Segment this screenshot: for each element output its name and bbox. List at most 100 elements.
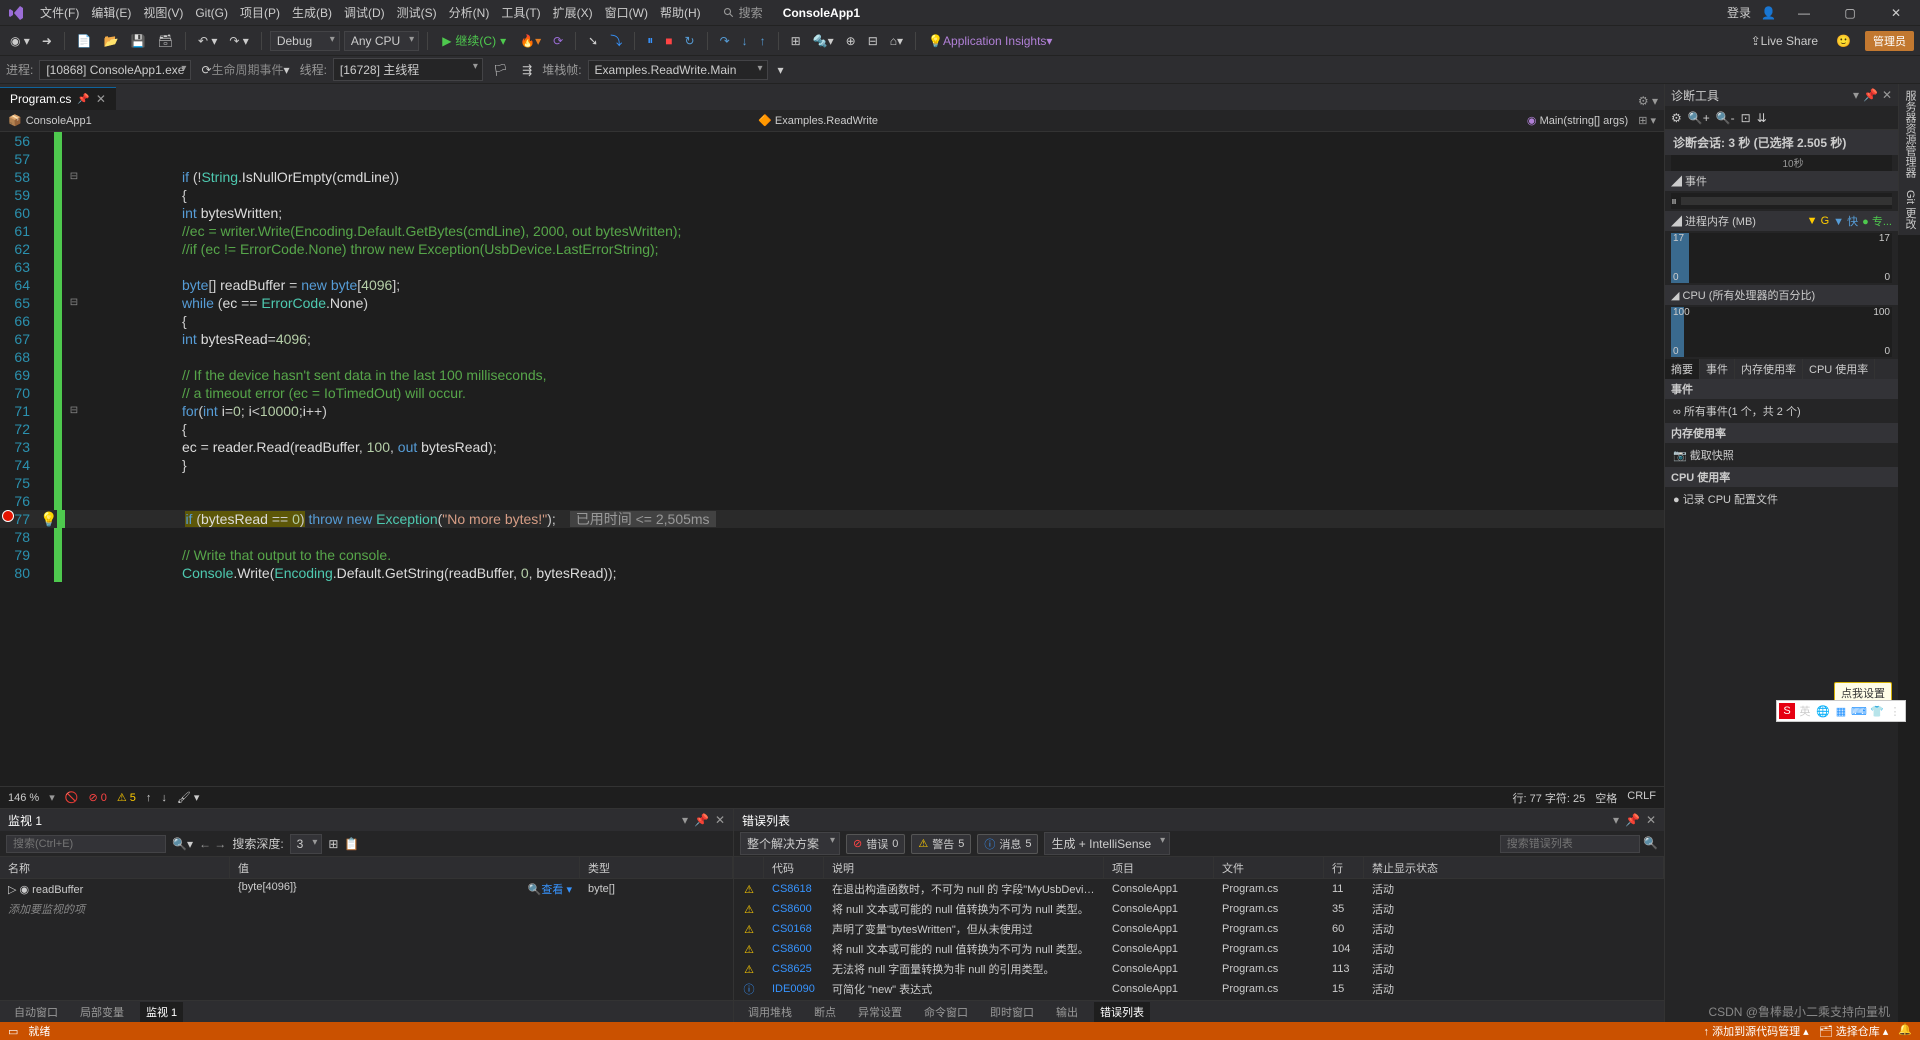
bottom-tab[interactable]: 自动窗口 bbox=[8, 1002, 64, 1022]
menu-item[interactable]: 帮助(H) bbox=[654, 0, 707, 26]
close-tab-icon[interactable]: ✕ bbox=[96, 92, 106, 106]
thread-dropdown[interactable]: [16728] 主线程 bbox=[333, 58, 483, 81]
feedback-icon[interactable]: 🙂 bbox=[1832, 32, 1855, 50]
nav-fwd-icon[interactable]: ➜ bbox=[38, 32, 56, 50]
diag-settings-icon[interactable]: ⚙ bbox=[1671, 111, 1682, 125]
show-next-icon[interactable]: ➘ bbox=[584, 32, 602, 50]
vtab-server-explorer[interactable]: 服务器资源管理器 bbox=[1898, 84, 1920, 184]
bc-project[interactable]: 📦ConsoleApp1 bbox=[8, 114, 541, 127]
select-repo[interactable]: 🗂 选择仓库 ▴ bbox=[1819, 1023, 1889, 1039]
bottom-tab[interactable]: 输出 bbox=[1050, 1002, 1084, 1022]
step-over-icon[interactable]: ↷ bbox=[716, 32, 734, 50]
notifications-icon[interactable]: 🔔 bbox=[1898, 1023, 1912, 1039]
watch-search-input[interactable] bbox=[6, 835, 166, 853]
build-dropdown[interactable]: 生成 + IntelliSense bbox=[1044, 832, 1170, 855]
tb-extra5[interactable]: ⌂▾ bbox=[886, 32, 907, 50]
bottom-tab[interactable]: 断点 bbox=[808, 1002, 842, 1022]
stop-icon[interactable]: ■ bbox=[661, 32, 676, 50]
liveshare-button[interactable]: ⇪ Live Share bbox=[1747, 32, 1822, 50]
tb-extra1[interactable]: ⊞ bbox=[787, 32, 805, 50]
file-tab[interactable]: Program.cs 📌 ✕ bbox=[0, 87, 116, 110]
messages-filter[interactable]: ⓘ消息 5 bbox=[977, 834, 1038, 854]
platform-dropdown[interactable]: Any CPU bbox=[344, 31, 419, 51]
bc-class[interactable]: 🔶 Examples.ReadWrite bbox=[551, 114, 1084, 127]
bottom-tab[interactable]: 命令窗口 bbox=[918, 1002, 974, 1022]
save-icon[interactable]: 💾 bbox=[127, 32, 150, 50]
watch-row[interactable]: ▷ ◉ readBuffer {byte[4096]} 🔍查看 ▾ byte[] bbox=[0, 879, 733, 899]
hot-reload-icon[interactable]: 🔥▾ bbox=[516, 32, 545, 50]
vtab-git-changes[interactable]: Git 更改 bbox=[1898, 184, 1920, 235]
stackframe-dropdown[interactable]: Examples.ReadWrite.Main bbox=[588, 60, 768, 80]
errorlist-search-input[interactable] bbox=[1500, 835, 1640, 853]
flag-icon[interactable]: 🏳 bbox=[489, 61, 512, 79]
search-icon[interactable]: 🔍▾ bbox=[172, 837, 193, 851]
diag-snapshot-link[interactable]: 📷 截取快照 bbox=[1665, 443, 1898, 467]
redo-icon[interactable]: ↷ ▾ bbox=[225, 32, 252, 50]
errors-filter[interactable]: ⊘错误 0 bbox=[846, 834, 905, 854]
menu-item[interactable]: 测试(S) bbox=[391, 0, 443, 26]
login-link[interactable]: 登录 bbox=[1727, 4, 1751, 21]
threads-icon[interactable]: ⇶ bbox=[518, 61, 536, 79]
menu-item[interactable]: Git(G) bbox=[189, 0, 234, 26]
menu-item[interactable]: 文件(F) bbox=[34, 0, 85, 26]
menu-item[interactable]: 视图(V) bbox=[137, 0, 189, 26]
diag-zoom-in-icon[interactable]: 🔍+ bbox=[1688, 111, 1710, 125]
step-in-icon[interactable]: ↓ bbox=[738, 32, 752, 50]
menu-item[interactable]: 窗口(W) bbox=[599, 0, 654, 26]
menu-item[interactable]: 调试(D) bbox=[338, 0, 391, 26]
bottom-tab[interactable]: 监视 1 bbox=[140, 1002, 183, 1022]
diag-tab[interactable]: CPU 使用率 bbox=[1803, 359, 1875, 379]
bottom-tab[interactable]: 异常设置 bbox=[852, 1002, 908, 1022]
nav-up-icon[interactable]: ↑ bbox=[146, 792, 152, 804]
nav-back-icon[interactable]: ◉ ▾ bbox=[6, 32, 34, 50]
minimize-button[interactable]: — bbox=[1786, 0, 1822, 26]
error-row[interactable]: ⚠CS8600将 null 文本或可能的 null 值转换为不可为 null 类… bbox=[734, 899, 1664, 919]
error-row[interactable]: ⚠CS8625无法将 null 字面量转换为非 null 的引用类型。Conso… bbox=[734, 959, 1664, 979]
nav-down-icon[interactable]: ↓ bbox=[161, 792, 167, 804]
error-row[interactable]: ⚠CS8618在退出构造函数时，不可为 null 的 字段"MyUsbDevic… bbox=[734, 879, 1664, 899]
depth-dropdown[interactable]: 3 bbox=[290, 834, 323, 854]
appinsights-icon[interactable]: 💡 Application Insights ▾ bbox=[924, 32, 1056, 50]
close-button[interactable]: ✕ bbox=[1878, 0, 1914, 26]
user-icon[interactable]: 👤 bbox=[1761, 6, 1776, 20]
error-row[interactable]: ⓘIDE0090可简化 "new" 表达式ConsoleApp1Program.… bbox=[734, 979, 1664, 999]
add-source-control[interactable]: ↑ 添加到源代码管理 ▴ bbox=[1704, 1023, 1809, 1039]
diag-tab[interactable]: 摘要 bbox=[1665, 359, 1700, 379]
process-dropdown[interactable]: [10868] ConsoleApp1.exe bbox=[39, 60, 191, 80]
diag-zoom-out-icon[interactable]: 🔍- bbox=[1716, 111, 1735, 125]
lifecycle-icon[interactable]: ⟳ 生命周期事件 ▾ bbox=[197, 59, 293, 80]
warnings-filter[interactable]: ⚠警告 5 bbox=[911, 834, 971, 854]
ime-toolbar[interactable]: S英🌐▦⌨👕⋮ bbox=[1776, 700, 1906, 722]
pause-icon[interactable]: ⏸ bbox=[643, 31, 657, 50]
maximize-button[interactable]: ▢ bbox=[1832, 0, 1868, 26]
err-count[interactable]: ⊘ 0 bbox=[88, 791, 106, 804]
menu-item[interactable]: 项目(P) bbox=[234, 0, 286, 26]
diag-events-link[interactable]: ∞ 所有事件(1 个，共 2 个) bbox=[1665, 399, 1898, 423]
scope-dropdown[interactable]: 整个解决方案 bbox=[740, 832, 840, 855]
add-watch[interactable]: 添加要监视的项 bbox=[0, 899, 230, 919]
menu-item[interactable]: 扩展(X) bbox=[547, 0, 599, 26]
step-into-icon[interactable]: ⤵ bbox=[606, 30, 626, 51]
menu-item[interactable]: 编辑(E) bbox=[85, 0, 137, 26]
panel-menu-icon[interactable]: ▾ bbox=[682, 813, 688, 827]
diag-cpu-record-link[interactable]: ● 记录 CPU 配置文件 bbox=[1665, 487, 1898, 511]
global-search[interactable]: 搜索 bbox=[723, 4, 763, 21]
bottom-tab[interactable]: 错误列表 bbox=[1094, 1002, 1150, 1022]
undo-icon[interactable]: ↶ ▾ bbox=[194, 32, 221, 50]
error-row[interactable]: ⚠CS8600将 null 文本或可能的 null 值转换为不可为 null 类… bbox=[734, 939, 1664, 959]
step-out-icon[interactable]: ↑ bbox=[756, 32, 770, 50]
code-editor[interactable]: 565758⊟if (!String.IsNullOrEmpty(cmdLine… bbox=[0, 132, 1664, 786]
menu-item[interactable]: 生成(B) bbox=[286, 0, 338, 26]
continue-button[interactable]: ▶ 继续(C) ▾ bbox=[436, 30, 512, 51]
open-icon[interactable]: 📂 bbox=[100, 32, 123, 50]
pin-icon[interactable]: 📌 bbox=[77, 94, 89, 105]
warn-count[interactable]: ⚠ 5 bbox=[117, 791, 136, 804]
eol-mode[interactable]: CRLF bbox=[1627, 790, 1656, 806]
config-dropdown[interactable]: Debug bbox=[270, 31, 340, 51]
save-all-icon[interactable]: 🗃 bbox=[154, 32, 177, 50]
restart-debug-icon[interactable]: ↻ bbox=[681, 32, 699, 50]
tb-extra2[interactable]: 🔩▾ bbox=[809, 32, 838, 50]
tb-extra4[interactable]: ⊟ bbox=[864, 32, 882, 50]
db-extra[interactable]: ▾ bbox=[774, 61, 788, 79]
watch-tool1[interactable]: ⊞ bbox=[328, 837, 338, 851]
